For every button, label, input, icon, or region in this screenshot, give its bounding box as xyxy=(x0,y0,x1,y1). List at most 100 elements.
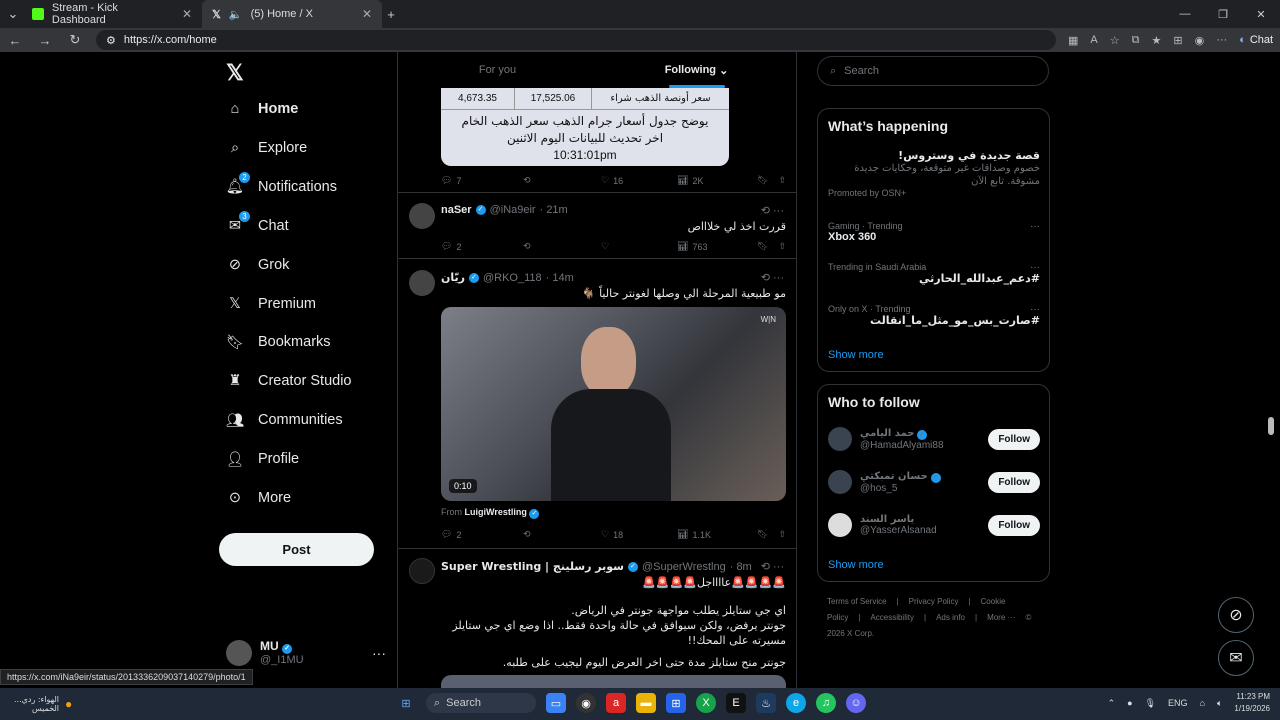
follow-button[interactable]: Follow xyxy=(988,514,1040,536)
xbox-icon[interactable]: X xyxy=(696,693,716,713)
author-name[interactable]: Super Wrestling | سوبر رسلينج xyxy=(441,560,624,573)
footer-link[interactable]: More ··· xyxy=(987,613,1015,622)
promoted-trend[interactable]: قصة جديدة في وستروس! خصوم وصداقات غير مت… xyxy=(828,149,1040,198)
store-icon[interactable]: ⊞ xyxy=(666,693,686,713)
reply-button[interactable]: 💬︎ 2 xyxy=(441,529,523,540)
tab-following[interactable]: Following ⌄ xyxy=(597,52,796,88)
settings-more-icon[interactable]: ··· xyxy=(1216,34,1227,46)
repost-button[interactable]: ⟲ xyxy=(523,241,601,252)
author-name[interactable]: ريّان xyxy=(441,271,465,284)
site-info-icon[interactable]: ⚙ xyxy=(106,34,116,47)
reply-button[interactable]: 💬︎ 7 xyxy=(441,175,523,186)
avatar[interactable] xyxy=(409,558,435,584)
spotify-icon[interactable]: ♫ xyxy=(816,693,836,713)
collections-icon[interactable]: ⊞ xyxy=(1173,34,1182,47)
forward-icon[interactable]: → xyxy=(36,33,54,48)
share-icon[interactable]: ⇧ xyxy=(778,241,786,252)
like-button[interactable]: ♡ 18 xyxy=(601,529,677,540)
volume-icon[interactable]: 🔈︎ xyxy=(1217,698,1222,709)
tweet-media[interactable] xyxy=(441,675,786,688)
file-explorer-icon[interactable]: ▭ xyxy=(546,693,566,713)
gold-price-image[interactable]: 4,673.35 17,525.06 سعر أونصة الذهب شراء … xyxy=(441,88,729,166)
views-button[interactable]: 📊︎ 1.1K xyxy=(677,529,757,540)
trend-item[interactable]: Gaming · Trending Xbox 360 ··· xyxy=(828,221,1040,243)
show-more-link[interactable]: Show more xyxy=(828,349,884,361)
minimize-icon[interactable]: — xyxy=(1166,8,1204,21)
post-button[interactable]: Post xyxy=(219,533,374,566)
follow-suggestion[interactable]: حمد اليامي ✓ @HamadAlyami88 Follow xyxy=(828,422,1040,456)
browser-tab-x[interactable]: 𝕏 🔈 (5) Home / X ✕ xyxy=(202,0,382,28)
tweet[interactable]: Super Wrestling | سوبر رسلينج ✓ @SuperWr… xyxy=(398,548,796,688)
tweet-time[interactable]: · 21m xyxy=(540,204,568,216)
steam-icon[interactable]: ♨ xyxy=(756,693,776,713)
read-aloud-icon[interactable]: A xyxy=(1090,34,1097,46)
nav-more[interactable]: ⊙ More xyxy=(226,489,291,507)
folder-icon[interactable]: ▬ xyxy=(636,693,656,713)
tab-list-chevron-icon[interactable]: ⌄ xyxy=(4,6,22,22)
nav-home[interactable]: ⌂ Home xyxy=(226,100,299,118)
trend-item[interactable]: Only on X · Trending #صارت_بس_مو_مثل_ما_… xyxy=(828,304,1040,327)
video-source[interactable]: From LuigiWrestling ✓ xyxy=(441,507,540,519)
microphone-icon[interactable]: 🎙︎ xyxy=(1145,698,1156,709)
reload-icon[interactable]: ↻ xyxy=(66,32,84,48)
avatar[interactable] xyxy=(409,203,435,229)
windows-start-icon[interactable]: ⊞ xyxy=(396,693,416,713)
views-button[interactable]: 📊︎ 2K xyxy=(677,175,757,186)
profile-avatar-icon[interactable]: ◉ xyxy=(1195,34,1205,47)
trend-more-icon[interactable]: ··· xyxy=(1030,221,1040,232)
epic-games-icon[interactable]: E xyxy=(726,693,746,713)
x-logo-icon[interactable]: 𝕏 xyxy=(226,60,244,86)
follow-suggestion[interactable]: ياسر السند @YasserAlsanad Follow xyxy=(828,508,1040,542)
author-handle[interactable]: @RKO_118 xyxy=(483,272,542,284)
account-more-icon[interactable]: ··· xyxy=(372,645,386,661)
edge-icon[interactable]: e xyxy=(786,693,806,713)
tray-chevron-icon[interactable]: ⌃ xyxy=(1108,698,1116,709)
footer-link[interactable]: Terms of Service xyxy=(827,597,887,606)
avatar[interactable] xyxy=(828,470,852,494)
apps-icon[interactable]: ▦ xyxy=(1068,34,1078,47)
nav-bookmarks[interactable]: 🔖︎ Bookmarks xyxy=(226,333,331,351)
tweet[interactable]: naSer ✓ @iNa9eir · 21m ⟲ ··· قررت اخذ لي… xyxy=(398,192,796,258)
trend-item[interactable]: Trending in Saudi Arabia #دعم_عبدالله_ال… xyxy=(828,262,1040,285)
messages-fab-icon[interactable]: ✉ xyxy=(1218,640,1254,676)
bookmark-icon[interactable]: 🔖︎ xyxy=(757,175,768,186)
url-field[interactable]: ⚙ https://x.com/home xyxy=(96,30,1056,50)
tweet[interactable]: ريّان ✓ @RKO_118 · 14m ⟲ ··· مو طبيعية ا… xyxy=(398,258,796,548)
scrollbar[interactable] xyxy=(1268,417,1274,435)
nav-creator-studio[interactable]: ♜ Creator Studio xyxy=(226,372,352,390)
trend-more-icon[interactable]: ··· xyxy=(1030,304,1040,315)
footer-link[interactable]: Privacy Policy xyxy=(909,597,959,606)
nav-premium[interactable]: 𝕏 Premium xyxy=(226,295,316,313)
favorite-star-icon[interactable]: ☆ xyxy=(1110,34,1120,47)
tab-for-you[interactable]: For you xyxy=(398,52,597,88)
grok-fab-icon[interactable]: ⊘ xyxy=(1218,597,1254,633)
adobe-icon[interactable]: a xyxy=(606,693,626,713)
video-player[interactable]: W|N 0:10 xyxy=(441,307,786,501)
tweet-more-icon[interactable]: ⟲ ··· xyxy=(761,204,784,217)
repost-button[interactable]: ⟲ xyxy=(523,529,601,540)
account-switcher[interactable]: MU ✓ @_I1MU ··· xyxy=(226,639,386,666)
follow-button[interactable]: Follow xyxy=(988,471,1040,493)
extensions-icon[interactable]: ⧉ xyxy=(1132,34,1140,47)
like-button[interactable]: ♡ xyxy=(601,241,677,252)
footer-link[interactable]: Accessibility xyxy=(870,613,914,622)
author-name[interactable]: naSer xyxy=(441,204,472,216)
nav-notifications[interactable]: 🔔︎ 2 Notifications xyxy=(226,171,337,196)
like-button[interactable]: ♡ 16 xyxy=(601,175,677,186)
avatar[interactable] xyxy=(409,270,435,296)
nav-communities[interactable]: 👥︎ Communities xyxy=(226,411,343,429)
discord-icon[interactable]: ☺ xyxy=(846,693,866,713)
favorites-icon[interactable]: ★ xyxy=(1151,34,1161,47)
close-tab-icon[interactable]: ✕ xyxy=(182,7,192,21)
close-window-icon[interactable]: ✕ xyxy=(1242,8,1280,21)
obs-icon[interactable]: ◉ xyxy=(576,693,596,713)
back-icon[interactable]: ← xyxy=(6,33,24,48)
language-indicator[interactable]: ENG xyxy=(1168,698,1188,708)
copilot-chat-button[interactable]: ◐ Chat xyxy=(1239,34,1273,46)
follow-suggestion[interactable]: حسان تمبكتي ✓ @hos_5 Follow xyxy=(828,465,1040,499)
search-input[interactable]: ⌕ Search xyxy=(817,56,1049,86)
new-tab-icon[interactable]: + xyxy=(382,7,400,22)
views-button[interactable]: 📊︎ 763 xyxy=(677,241,757,252)
weather-widget[interactable]: ● الهواء: ردي... الخميس xyxy=(0,695,72,713)
footer-link[interactable]: Ads info xyxy=(936,613,965,622)
